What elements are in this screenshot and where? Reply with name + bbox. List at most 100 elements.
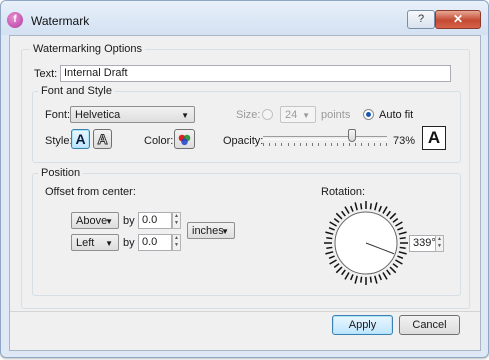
- style-outline-button[interactable]: A: [93, 129, 112, 149]
- opacity-tick: [269, 143, 270, 146]
- opacity-tick: [300, 143, 301, 146]
- help-button[interactable]: ?: [407, 10, 435, 29]
- dial-tick: [349, 274, 354, 281]
- opacity-tick: [337, 143, 338, 146]
- vertical-offset-spinner[interactable]: ▲ ▼: [172, 212, 181, 229]
- opacity-slider-thumb[interactable]: [348, 129, 356, 142]
- color-wheel-icon: [178, 134, 191, 146]
- dial-tick: [374, 202, 378, 211]
- horizontal-offset-spinner[interactable]: ▲ ▼: [172, 234, 181, 251]
- horizontal-by-label: by: [123, 237, 135, 249]
- text-label: Text:: [34, 68, 58, 80]
- vertical-by-label: by: [123, 215, 135, 227]
- opacity-tick: [343, 143, 344, 146]
- dial-tick: [378, 205, 383, 212]
- size-label: Size:: [236, 109, 261, 121]
- dial-tick: [395, 259, 403, 265]
- watermarking-options-label: Watermarking Options: [30, 43, 146, 55]
- dial-tick: [392, 218, 399, 223]
- dial-tick: [326, 237, 333, 240]
- opacity-tick: [263, 143, 264, 146]
- rotation-dial[interactable]: [320, 197, 412, 289]
- dial-tick: [397, 255, 404, 260]
- autofit-radio[interactable]: [363, 109, 374, 120]
- opacity-track: [263, 136, 387, 140]
- font-style-label: Font and Style: [38, 85, 115, 97]
- preview-glyph: A: [427, 128, 441, 147]
- chevron-down-icon: ▼: [105, 239, 113, 248]
- opacity-tick: [386, 143, 387, 146]
- apply-button[interactable]: Apply: [332, 315, 393, 335]
- opacity-tick: [275, 143, 276, 146]
- dial-tick: [382, 272, 388, 280]
- horizontal-direction-value: Left: [76, 237, 95, 249]
- horizontal-direction-select[interactable]: Left ▼: [71, 234, 119, 251]
- title-bar: f Watermark ? ✕: [1, 1, 488, 35]
- vertical-direction-select[interactable]: Above ▼: [71, 212, 119, 229]
- opacity-tick: [374, 143, 375, 146]
- preview-box: A: [422, 126, 446, 150]
- dial-tick: [335, 212, 343, 220]
- dial-tick: [397, 226, 404, 231]
- style-label: Style:: [45, 135, 73, 147]
- dial-tick: [395, 221, 403, 227]
- dial-tick: [349, 205, 354, 212]
- dial-tick: [329, 221, 337, 227]
- dial-tick: [392, 263, 399, 268]
- size-select-value: 24: [285, 109, 298, 121]
- opacity-tick: [306, 143, 307, 146]
- opacity-tick: [294, 143, 295, 146]
- dial-tick: [335, 266, 343, 274]
- opacity-tick: [312, 143, 313, 146]
- dial-tick: [398, 231, 407, 235]
- horizontal-offset-input[interactable]: 0.0: [138, 234, 172, 251]
- dial-tick: [369, 203, 372, 210]
- dial-tick: [382, 206, 388, 214]
- dial-tick: [329, 259, 337, 265]
- size-select[interactable]: 24 ▼: [280, 106, 316, 123]
- dial-tick: [325, 231, 334, 235]
- style-solid-button[interactable]: A: [71, 129, 90, 149]
- dial-tick: [386, 269, 391, 276]
- opacity-tick: [288, 143, 289, 146]
- chevron-down-icon: ▼: [302, 111, 310, 120]
- dial-tick: [398, 251, 407, 255]
- cancel-button[interactable]: Cancel: [399, 315, 460, 335]
- dial-tick: [328, 226, 335, 231]
- size-radio[interactable]: [262, 109, 273, 120]
- rotation-spinner[interactable]: ▲ ▼: [435, 235, 444, 252]
- vertical-direction-value: Above: [76, 215, 108, 227]
- text-input[interactable]: Internal Draft: [60, 65, 451, 82]
- opacity-slider[interactable]: [263, 129, 387, 149]
- dial-tick: [341, 269, 346, 276]
- color-button[interactable]: [174, 129, 195, 149]
- font-select[interactable]: Helvetica ▼: [70, 106, 195, 123]
- dial-tick: [386, 210, 391, 217]
- dial-tick: [328, 255, 335, 260]
- autofit-label: Auto fit: [379, 109, 414, 121]
- dial-tick: [378, 274, 383, 281]
- close-button[interactable]: ✕: [435, 10, 481, 29]
- dial-tick: [399, 237, 406, 240]
- unit-select-value: inches: [192, 225, 224, 237]
- chevron-down-icon: ▼: [105, 217, 113, 226]
- rotation-input[interactable]: 339°: [409, 235, 436, 252]
- opacity-tick: [355, 143, 356, 146]
- opacity-tick: [281, 143, 282, 146]
- dial-tick: [389, 212, 397, 220]
- opacity-tick: [380, 143, 381, 146]
- chevron-down-icon: ▼: [181, 111, 189, 120]
- dial-tick: [354, 275, 358, 284]
- dial-tick: [374, 275, 378, 284]
- dial-tick: [354, 202, 358, 211]
- unit-select[interactable]: inches ▼: [187, 222, 235, 239]
- opacity-label: Opacity:: [223, 135, 264, 147]
- points-label: points: [321, 109, 351, 121]
- dial-tick: [344, 206, 350, 214]
- vertical-offset-input[interactable]: 0.0: [138, 212, 172, 229]
- opacity-tick: [318, 143, 319, 146]
- dial-tick: [389, 266, 397, 274]
- chevron-down-icon: ▼: [221, 227, 229, 236]
- opacity-value: 73%: [393, 135, 416, 147]
- opacity-tick: [331, 143, 332, 146]
